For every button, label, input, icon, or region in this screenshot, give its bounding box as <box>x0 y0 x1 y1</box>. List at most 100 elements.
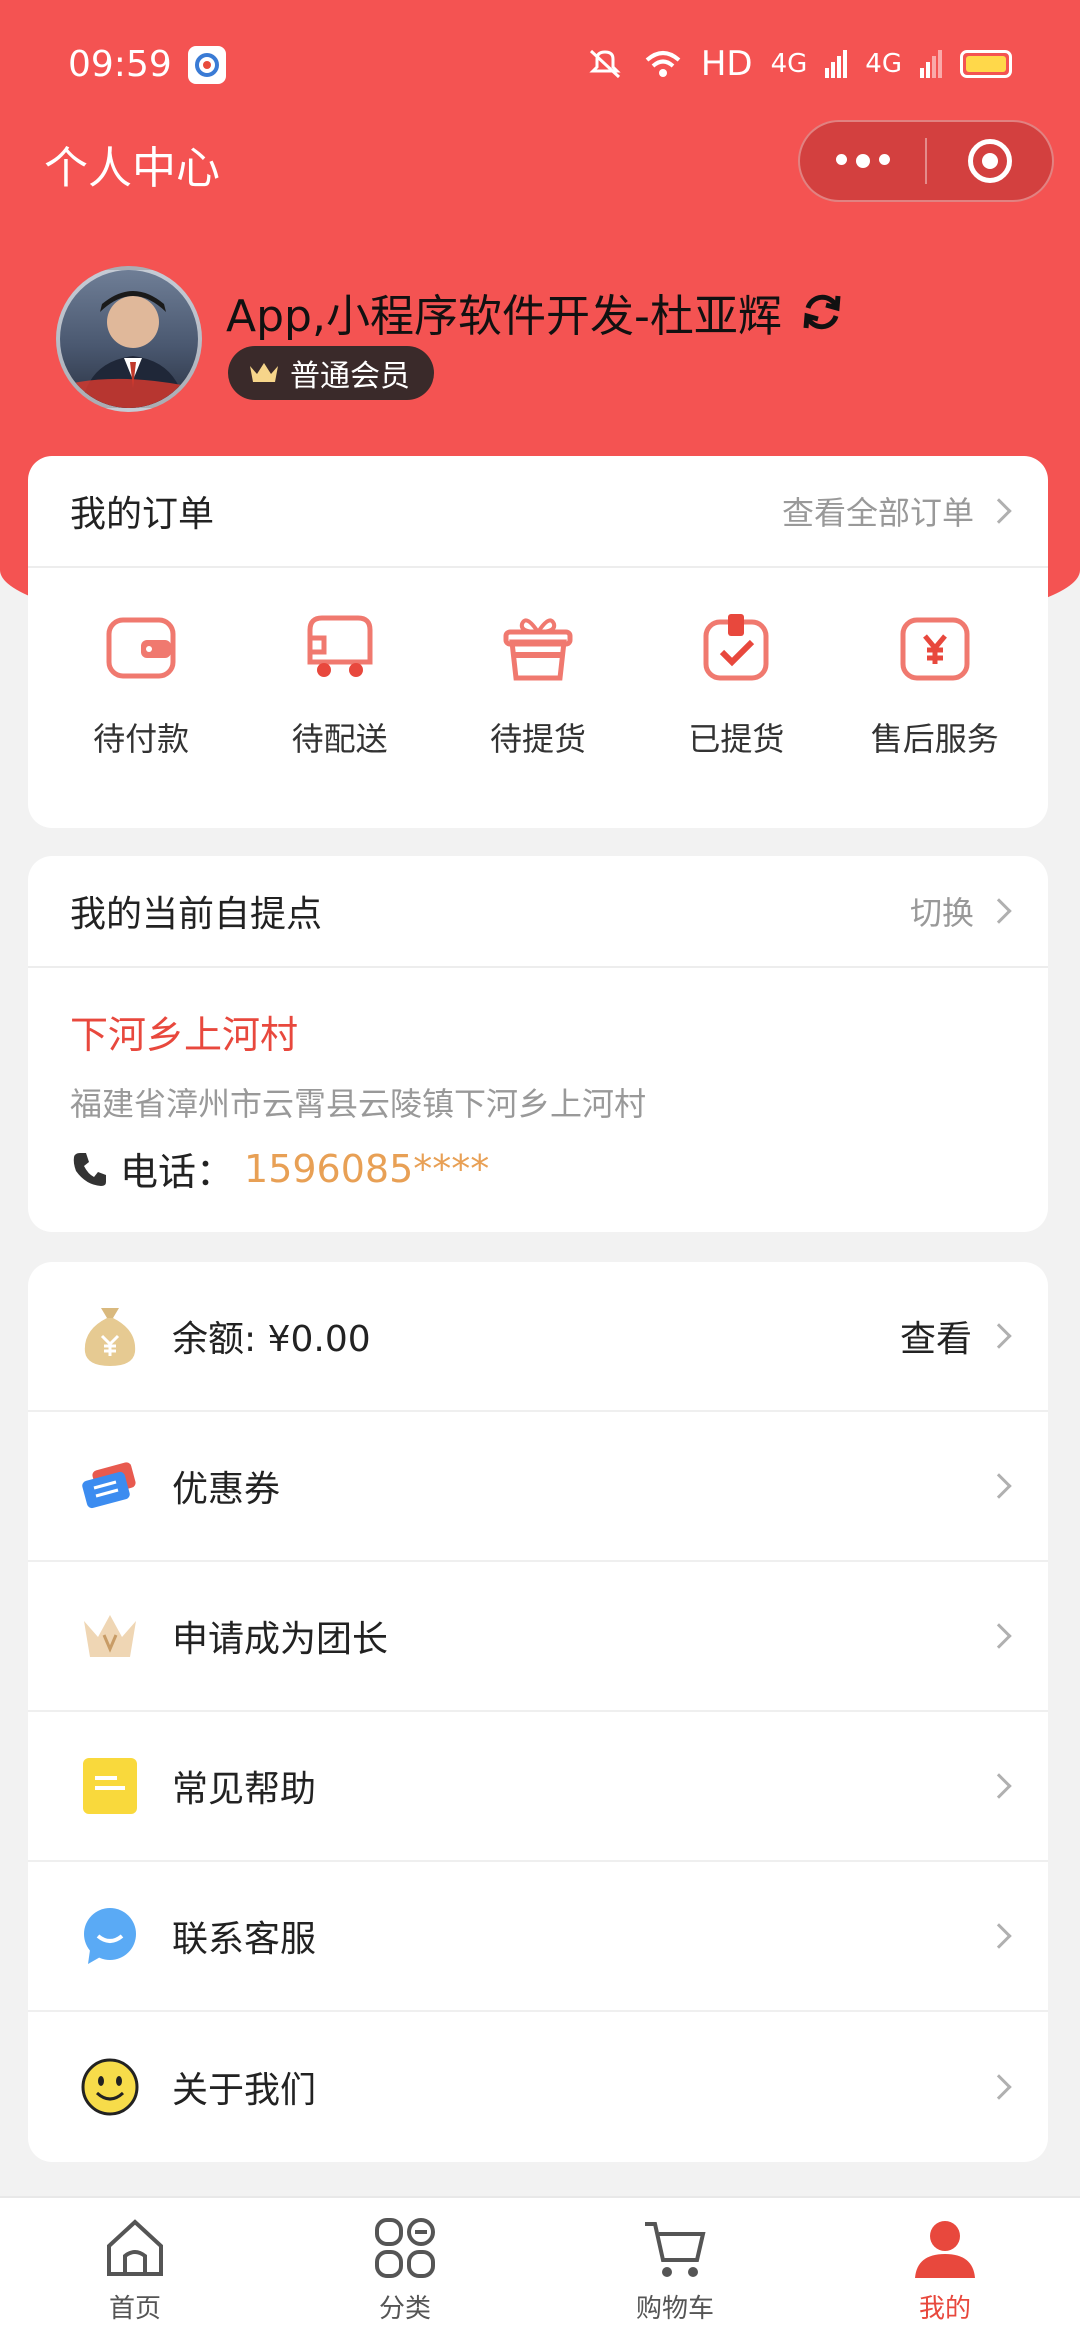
tab-category-label: 分类 <box>378 2294 431 2324</box>
menu-card: 余额: ¥0.00 查看 优惠券 申请成为团长 常见帮助 联系客服 关于我们 <box>28 1262 1048 2162</box>
order-pending-pickup-label: 待提货 <box>489 720 586 758</box>
orders-title: 我的订单 <box>70 494 215 535</box>
profile-icon <box>915 2221 975 2278</box>
view-all-orders-link[interactable]: 查看全部订单 <box>781 488 1012 534</box>
order-pending-pickup[interactable]: 待提货 <box>448 608 628 760</box>
order-picked-up[interactable]: 已提货 <box>646 608 826 760</box>
more-menu-button[interactable] <box>800 122 925 200</box>
customer-service-row[interactable]: 联系客服 <box>28 1862 1048 2012</box>
tab-home-label: 首页 <box>108 2294 161 2324</box>
chevron-right-icon <box>986 1773 1012 1799</box>
tab-cart-label: 购物车 <box>635 2294 714 2324</box>
balance-label: 余额: ¥0.00 <box>172 1319 371 1360</box>
orders-card: 我的订单 查看全部订单 待付款 待配送 待提货 已提货 售后服务 <box>28 456 1048 828</box>
target-icon <box>967 139 1012 183</box>
member-level-badge: 普通会员 <box>228 346 434 400</box>
gift-box-icon <box>503 618 573 681</box>
money-bag-icon <box>78 1304 142 1368</box>
pickup-details: 下河乡上河村 福建省漳州市云霄县云陵镇下河乡上河村 电话： 1596085***… <box>28 968 1048 1232</box>
crown-icon <box>78 1604 142 1668</box>
order-pending-payment-label: 待付款 <box>93 720 190 758</box>
battery-icon <box>960 50 1012 78</box>
chevron-right-icon <box>986 1923 1012 1949</box>
refund-yen-icon <box>900 617 970 681</box>
wallet-icon <box>106 617 176 679</box>
help-row[interactable]: 常见帮助 <box>28 1712 1048 1862</box>
page-title: 个人中心 <box>44 143 220 194</box>
balance-row[interactable]: 余额: ¥0.00 查看 <box>28 1262 1048 1412</box>
view-all-orders-label: 查看全部订单 <box>781 494 974 532</box>
tab-home[interactable]: 首页 <box>0 2198 270 2340</box>
pickup-point-card: 我的当前自提点 切换 下河乡上河村 福建省漳州市云霄县云陵镇下河乡上河村 电话：… <box>28 856 1048 1232</box>
tab-cart[interactable]: 购物车 <box>540 2198 810 2340</box>
order-after-sales-label: 售后服务 <box>870 720 999 758</box>
status-indicators: HD 4G 4G <box>585 44 1012 84</box>
phone-label: 电话： <box>120 1150 235 1194</box>
member-level-label: 普通会员 <box>290 359 410 394</box>
signal-icon-2 <box>920 50 942 78</box>
order-after-sales[interactable]: 售后服务 <box>845 608 1025 760</box>
chevron-right-icon <box>986 498 1012 524</box>
customer-service-label: 联系客服 <box>172 1919 317 1960</box>
switch-pickup-link[interactable]: 切换 <box>909 888 1012 934</box>
order-status-row: 待付款 待配送 待提货 已提货 售后服务 <box>28 568 1048 760</box>
network-label: HD <box>700 44 753 84</box>
cart-icon <box>645 2222 706 2277</box>
signal-label-2: 4G <box>865 49 902 79</box>
order-pending-delivery-label: 待配送 <box>291 720 388 758</box>
coupon-icon <box>78 1454 142 1518</box>
app-notification-icon <box>188 46 226 84</box>
pickup-title: 我的当前自提点 <box>70 894 323 935</box>
become-leader-label: 申请成为团长 <box>172 1619 389 1660</box>
switch-pickup-label: 切换 <box>909 894 974 932</box>
coupons-row[interactable]: 优惠券 <box>28 1412 1048 1562</box>
status-bar: 09:59 HD 4G 4G <box>0 0 1080 130</box>
order-pending-delivery[interactable]: 待配送 <box>250 608 430 760</box>
tab-profile[interactable]: 我的 <box>810 2198 1080 2340</box>
phone-number: 1596085**** <box>244 1146 490 1191</box>
pickup-header: 我的当前自提点 切换 <box>28 856 1048 968</box>
help-label: 常见帮助 <box>172 1769 317 1810</box>
pickup-address: 福建省漳州市云霄县云陵镇下河乡上河村 <box>70 1085 647 1123</box>
miniprogram-capsule <box>798 120 1054 202</box>
more-dots-icon <box>835 154 890 168</box>
status-time: 09:59 <box>68 44 172 85</box>
tab-category[interactable]: 分类 <box>270 2198 540 2340</box>
wifi-icon <box>645 51 681 77</box>
chevron-right-icon <box>986 898 1012 924</box>
avatar[interactable] <box>56 266 202 412</box>
about-us-row[interactable]: 关于我们 <box>28 2012 1048 2162</box>
mute-icon <box>589 49 621 79</box>
view-balance-label: 查看 <box>899 1319 972 1360</box>
about-us-label: 关于我们 <box>172 2070 317 2111</box>
pickup-phone-row[interactable]: 电话： 1596085**** <box>70 1141 1006 1196</box>
become-leader-row[interactable]: 申请成为团长 <box>28 1562 1048 1712</box>
coupons-label: 优惠券 <box>172 1469 281 1510</box>
order-picked-up-label: 已提货 <box>688 720 785 758</box>
close-miniprogram-button[interactable] <box>927 122 1052 200</box>
signal-label-1: 4G <box>770 49 808 79</box>
chevron-right-icon <box>986 1323 1012 1349</box>
help-note-icon <box>78 1754 142 1818</box>
signal-icon-1 <box>825 50 848 78</box>
bottom-tab-bar: 首页 分类 购物车 我的 <box>0 2196 1080 2340</box>
chat-bubble-icon <box>78 1904 142 1968</box>
checked-box-icon <box>703 614 769 681</box>
username: App,小程序软件开发-杜亚辉 <box>226 291 782 342</box>
chevron-right-icon <box>986 1623 1012 1649</box>
smiley-icon <box>78 2055 142 2119</box>
orders-header: 我的订单 查看全部订单 <box>28 456 1048 568</box>
chevron-right-icon <box>986 2074 1012 2100</box>
pickup-name: 下河乡上河村 <box>70 1013 299 1057</box>
chevron-right-icon <box>986 1473 1012 1499</box>
username-row: App,小程序软件开发-杜亚辉 <box>226 280 846 344</box>
view-balance-link[interactable]: 查看 <box>899 1310 1012 1362</box>
home-icon <box>107 2219 163 2276</box>
tab-profile-label: 我的 <box>918 2294 971 2324</box>
category-icon <box>375 2218 435 2278</box>
refresh-icon[interactable] <box>798 288 846 336</box>
order-pending-payment[interactable]: 待付款 <box>51 608 231 760</box>
delivery-truck-icon <box>307 615 373 677</box>
phone-icon <box>73 1152 106 1186</box>
crown-icon <box>250 363 278 382</box>
